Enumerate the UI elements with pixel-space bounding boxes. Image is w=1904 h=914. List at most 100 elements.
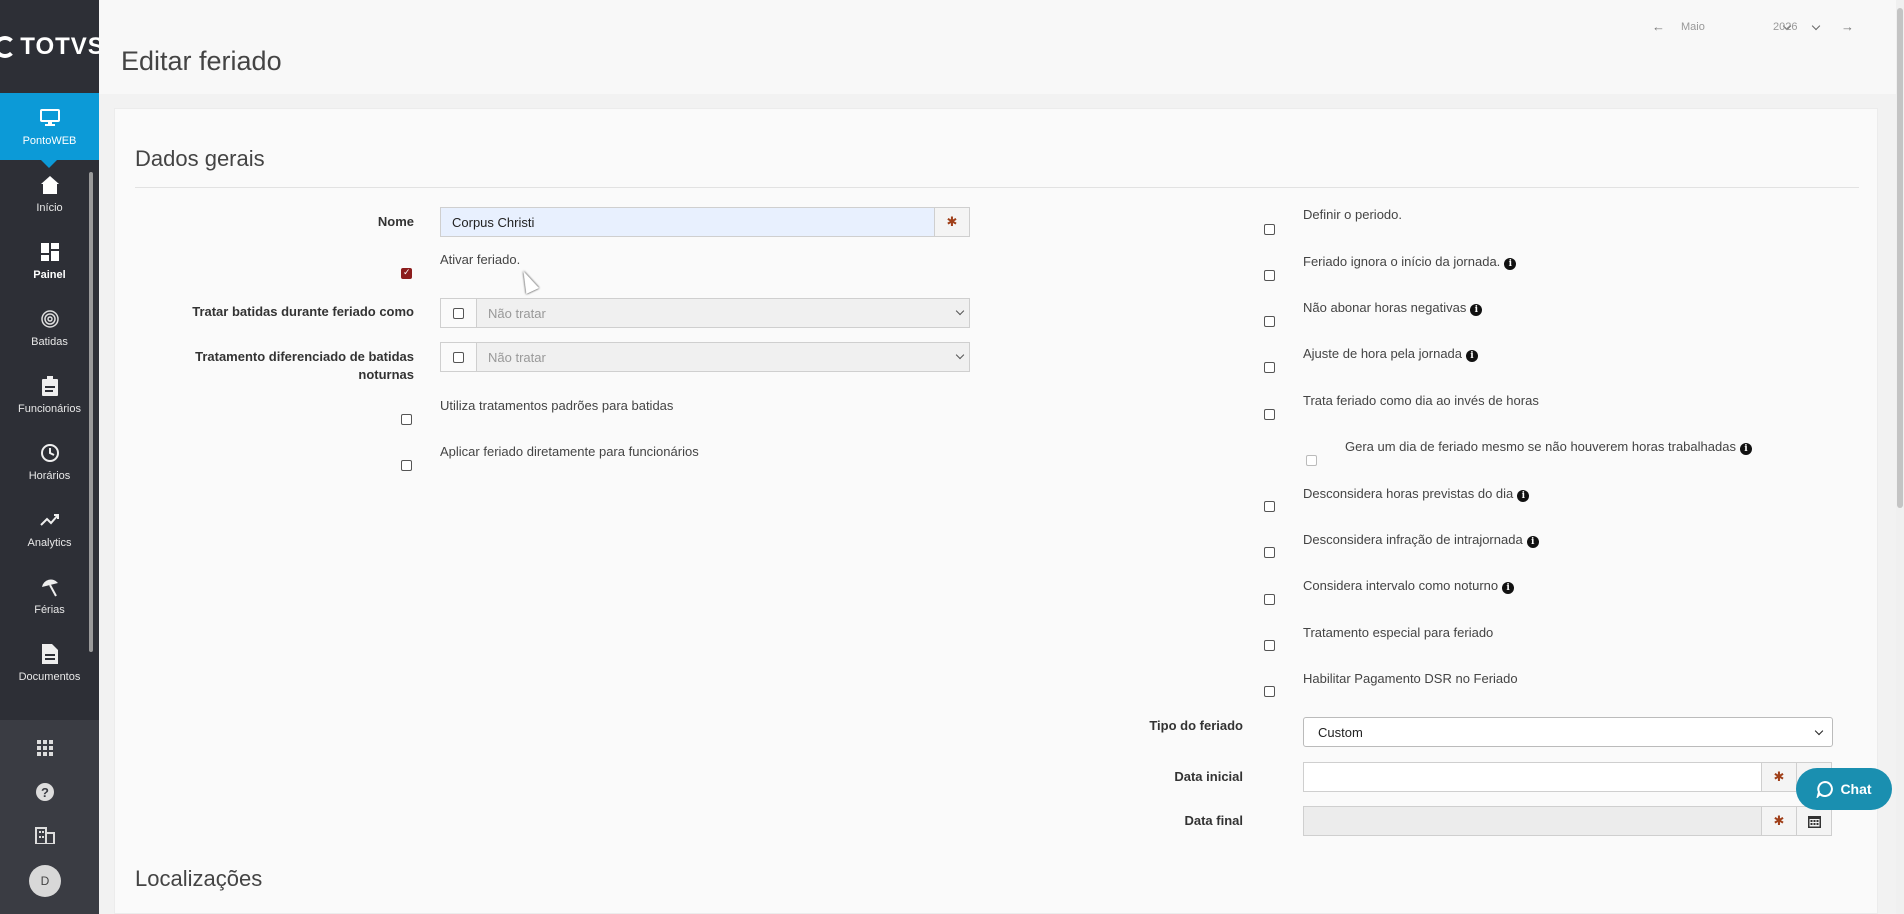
document-icon [39, 643, 61, 665]
desconsidera-intrajornada-label: Desconsidera infração de intrajornada i [1303, 531, 1539, 549]
ajuste-hora-checkbox[interactable] [1264, 362, 1275, 373]
year-select[interactable]: 2026 [1773, 21, 1841, 33]
tratamento-noturnas-label-line1: Tratamento diferenciado de batidas [195, 349, 414, 364]
avatar[interactable]: D [29, 865, 61, 897]
info-icon[interactable]: i [1466, 350, 1479, 362]
padroes-checkbox[interactable] [401, 414, 412, 425]
info-icon[interactable]: i [1526, 536, 1539, 548]
sidebar-item-ferias[interactable]: Férias [0, 562, 99, 629]
aplicar-checkbox[interactable] [401, 460, 412, 471]
chevron-down-icon [1814, 726, 1824, 736]
year-value: 2026 [1773, 20, 1798, 33]
section-title-general: Dados gerais [135, 146, 265, 171]
tratamento-especial-checkbox[interactable] [1264, 640, 1275, 651]
sidebar-item-inicio[interactable]: Início [0, 160, 99, 227]
desconsidera-previstas-checkbox[interactable] [1264, 501, 1275, 512]
help-icon[interactable]: ? [33, 780, 57, 804]
chat-label: Chat [1840, 781, 1872, 797]
tratar-batidas-checkbox[interactable] [441, 299, 477, 327]
dsr-checkbox[interactable] [1264, 686, 1275, 697]
sidebar-scrollbar[interactable] [89, 172, 93, 652]
gera-dia-checkbox[interactable] [1306, 455, 1317, 466]
gera-dia-label: Gera um dia de feriado mesmo se não houv… [1345, 438, 1752, 456]
page-scrollbar[interactable] [1896, 0, 1904, 914]
intervalo-noturno-text: Considera intervalo como noturno [1303, 578, 1499, 593]
definir-periodo-checkbox[interactable] [1264, 224, 1275, 235]
aplicar-label: Aplicar feriado diretamente para funcion… [440, 444, 699, 459]
trata-dia-checkbox[interactable] [1264, 409, 1275, 420]
required-asterisk-icon: ✱ [1761, 762, 1797, 792]
data-inicial-label: Data inicial [1174, 769, 1243, 784]
desconsidera-previstas-text: Desconsidera horas previstas do dia [1303, 486, 1514, 501]
trata-dia-label: Trata feriado como dia ao invés de horas [1303, 393, 1539, 408]
definir-periodo-label: Definir o periodo. [1303, 207, 1402, 222]
totvs-logo[interactable]: TOTVS [0, 0, 104, 93]
gera-dia-text: Gera um dia de feriado mesmo se não houv… [1345, 439, 1736, 454]
sidebar-item-label: Batidas [31, 335, 68, 348]
divider [135, 187, 1859, 188]
nao-abonar-label: Não abonar horas negativas i [1303, 299, 1483, 317]
apps-grid-icon[interactable] [33, 736, 57, 760]
sidebar-item-label: Horários [28, 469, 71, 482]
tratar-batidas-value: Não tratar [488, 305, 546, 321]
badge-icon [39, 375, 61, 397]
page-title: Editar feriado [121, 46, 282, 76]
chevron-down-icon [1811, 21, 1821, 30]
sidebar-item-documentos[interactable]: Documentos [0, 629, 99, 696]
calendar-icon[interactable] [1796, 806, 1832, 836]
data-final-input[interactable] [1303, 806, 1763, 836]
tipo-feriado-value: Custom [1318, 724, 1363, 740]
next-arrow-icon[interactable]: → [1841, 19, 1854, 34]
sidebar-item-label: Início [36, 201, 63, 214]
tipo-feriado-select[interactable]: Custom [1303, 717, 1833, 747]
chat-button[interactable]: Chat [1796, 768, 1892, 810]
prev-arrow-icon[interactable]: ← [1652, 19, 1665, 34]
tratar-batidas-label: Tratar batidas durante feriado como [192, 304, 414, 319]
sidebar-item-painel[interactable]: Painel [0, 227, 99, 294]
tratamento-noturnas-select[interactable]: Não tratar [440, 342, 970, 372]
ignora-jornada-label: Feriado ignora o início da jornada. i [1303, 253, 1517, 271]
sidebar-item-horarios[interactable]: Horários [0, 428, 99, 495]
tratamento-especial-label: Tratamento especial para feriado [1303, 625, 1494, 640]
data-inicial-input[interactable] [1303, 762, 1763, 792]
info-icon[interactable]: i [1502, 582, 1515, 594]
logo-text: TOTVS [20, 32, 105, 60]
sidebar-item-pontoweb[interactable]: PontoWEB [0, 93, 99, 168]
fingerprint-icon [39, 308, 61, 330]
info-icon[interactable]: i [1470, 304, 1483, 316]
sidebar-item-label: Analytics [27, 536, 72, 549]
ignora-jornada-checkbox[interactable] [1264, 270, 1275, 281]
info-icon[interactable]: i [1517, 490, 1530, 502]
tratar-batidas-select[interactable]: Não tratar [440, 298, 970, 328]
ajuste-hora-label: Ajuste de hora pela jornada i [1303, 345, 1479, 363]
monitor-icon [39, 107, 61, 129]
intervalo-noturno-checkbox[interactable] [1264, 594, 1275, 605]
sidebar-item-batidas[interactable]: Batidas [0, 294, 99, 361]
sidebar-item-analytics[interactable]: Analytics [0, 495, 99, 562]
desconsidera-previstas-label: Desconsidera horas previstas do dia i [1303, 485, 1530, 503]
dsr-label: Habilitar Pagamento DSR no Feriado [1303, 671, 1518, 686]
data-final-label: Data final [1184, 813, 1243, 828]
ativar-feriado-label: Ativar feriado. [440, 252, 521, 267]
desconsidera-intrajornada-checkbox[interactable] [1264, 547, 1275, 558]
sidebar-item-label: Férias [34, 603, 65, 616]
chat-icon [1816, 780, 1834, 798]
ativar-feriado-checkbox[interactable] [401, 267, 412, 279]
sidebar-item-funcionarios[interactable]: Funcionários [0, 361, 99, 428]
tratamento-noturnas-checkbox[interactable] [441, 343, 477, 371]
required-asterisk-icon: ✱ [934, 207, 970, 237]
home-icon [39, 174, 61, 196]
nao-abonar-checkbox[interactable] [1264, 316, 1275, 327]
dashboard-icon [39, 241, 61, 263]
building-icon[interactable] [33, 823, 57, 847]
tipo-feriado-label: Tipo do feriado [1149, 718, 1243, 733]
sidebar-item-label: Documentos [18, 670, 81, 683]
month-select[interactable]: Maio [1681, 21, 1792, 33]
beach-umbrella-icon [39, 576, 61, 598]
nome-input[interactable]: Corpus Christi [440, 207, 935, 237]
section-title-locations: Localizações [135, 866, 263, 891]
sidebar-item-label: PontoWEB [22, 134, 77, 147]
info-icon[interactable]: i [1504, 258, 1517, 270]
tratamento-noturnas-value: Não tratar [488, 349, 546, 365]
info-icon[interactable]: i [1739, 443, 1752, 455]
